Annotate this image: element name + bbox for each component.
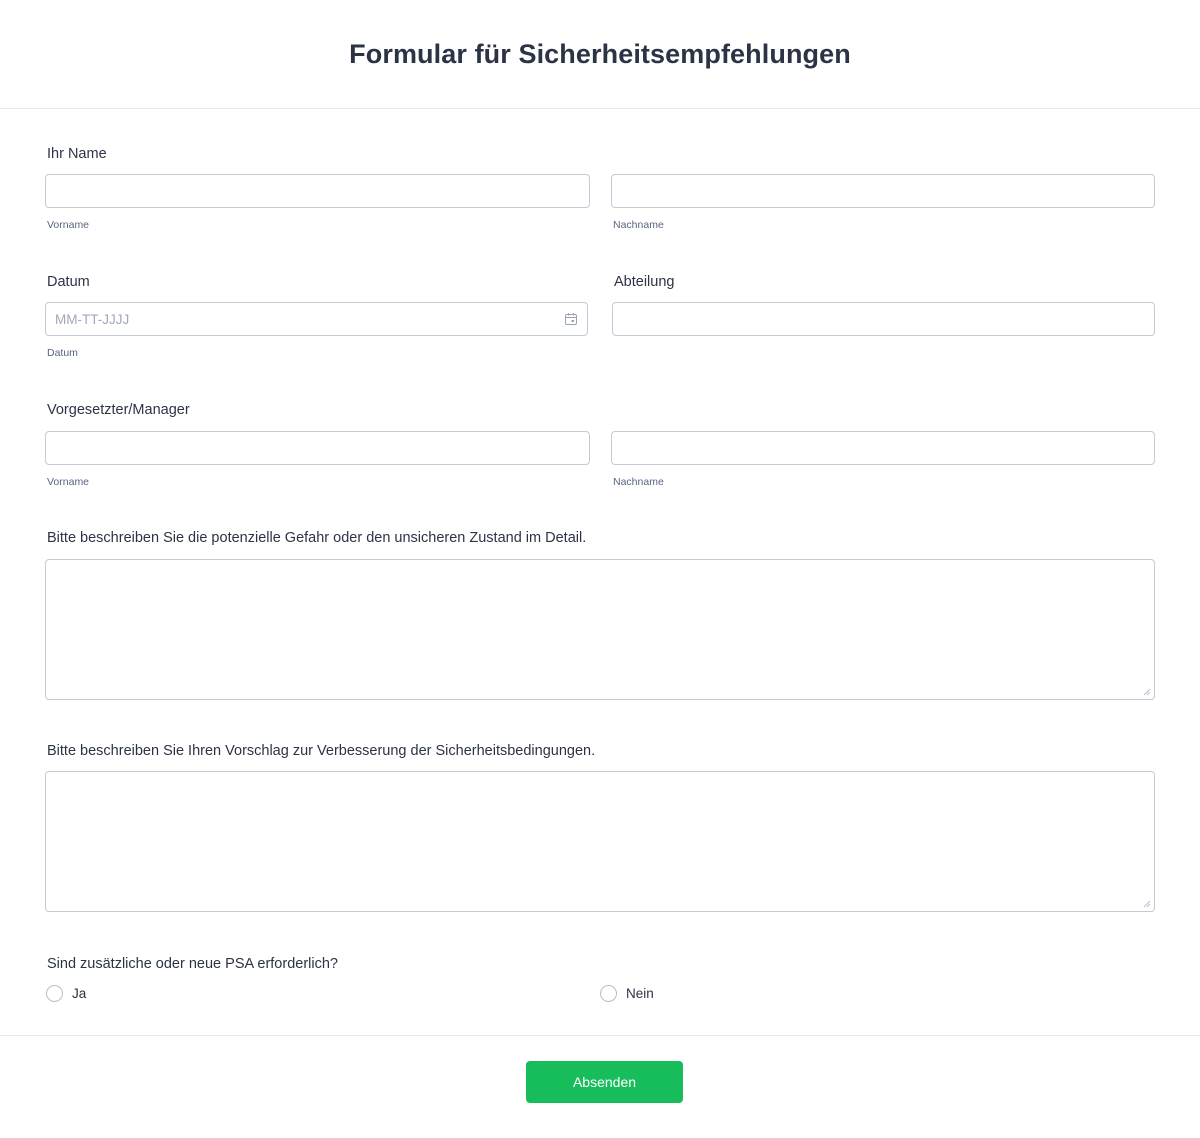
first-name-sublabel: Vorname: [47, 219, 90, 231]
department-input[interactable]: [612, 302, 1155, 336]
ppe-label: Sind zusätzliche oder neue PSA erforderl…: [47, 956, 338, 972]
form-title: Formular für Sicherheitsempfehlungen: [349, 38, 851, 69]
hazard-textarea[interactable]: [45, 559, 1155, 700]
radio-ja[interactable]: [46, 985, 63, 1002]
form-header: Formular für Sicherheitsempfehlungen: [0, 0, 1200, 109]
manager-last-name-sublabel: Nachname: [613, 476, 664, 488]
radio-nein[interactable]: [600, 985, 617, 1002]
last-name-input[interactable]: [611, 174, 1155, 208]
first-name-input[interactable]: [45, 174, 590, 208]
manager-label: Vorgesetzter/Manager: [47, 402, 190, 418]
footer-divider: [0, 1035, 1200, 1036]
department-label: Abteilung: [614, 274, 675, 290]
suggestion-label: Bitte beschreiben Sie Ihren Vorschlag zu…: [47, 743, 596, 759]
resize-handle-icon[interactable]: [1143, 900, 1151, 908]
radio-ja-label[interactable]: Ja: [72, 986, 86, 1001]
radio-nein-label[interactable]: Nein: [626, 986, 654, 1001]
hazard-label: Bitte beschreiben Sie die potenzielle Ge…: [47, 530, 587, 546]
manager-first-name-input[interactable]: [45, 431, 590, 465]
manager-last-name-input[interactable]: [611, 431, 1155, 465]
submit-button[interactable]: Absenden: [526, 1061, 683, 1103]
date-sublabel: Datum: [47, 347, 78, 359]
suggestion-textarea[interactable]: [45, 771, 1155, 912]
name-label: Ihr Name: [47, 146, 107, 162]
date-placeholder: MM-TT-JJJJ: [55, 312, 130, 327]
date-input[interactable]: MM-TT-JJJJ: [45, 302, 588, 336]
last-name-sublabel: Nachname: [613, 219, 664, 231]
calendar-icon[interactable]: [564, 312, 578, 326]
manager-first-name-sublabel: Vorname: [47, 476, 90, 488]
date-label: Datum: [47, 274, 90, 290]
resize-handle-icon[interactable]: [1143, 688, 1151, 696]
